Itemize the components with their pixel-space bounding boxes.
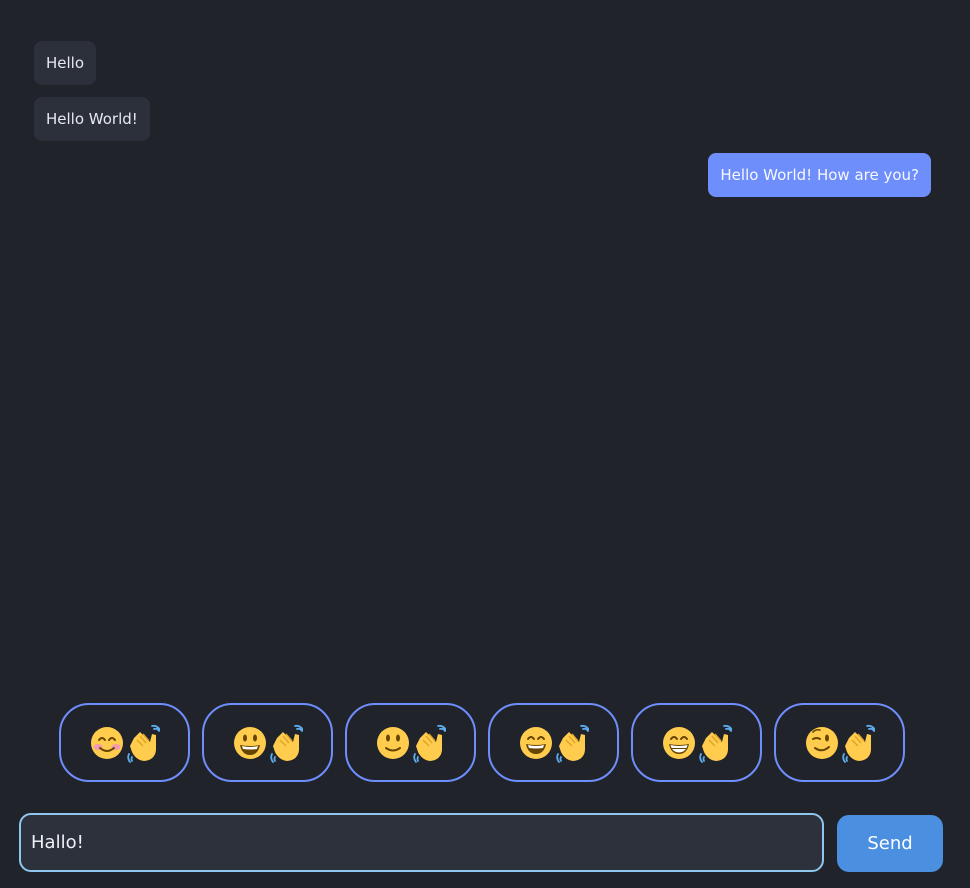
grinning-face-smiling-eyes-waving-hand-icon: [519, 724, 589, 763]
reaction-button-smile-wave[interactable]: [345, 703, 476, 782]
smiling-face-with-blush-waving-hand-icon: [90, 724, 160, 763]
message-composer: Send: [19, 813, 944, 872]
quick-reactions-bar: [59, 703, 905, 782]
message-input[interactable]: [19, 813, 824, 872]
slightly-smiling-face-waving-hand-icon: [376, 724, 446, 763]
reaction-button-grin-wave[interactable]: [202, 703, 333, 782]
reaction-button-smiling-eyes-wave[interactable]: [488, 703, 619, 782]
send-button[interactable]: Send: [837, 815, 943, 872]
beaming-face-waving-hand-icon: [662, 724, 732, 763]
reaction-button-beaming-wave[interactable]: [631, 703, 762, 782]
reaction-button-wink-wave[interactable]: [774, 703, 905, 782]
received-message: Hello: [34, 41, 97, 85]
winking-face-waving-hand-icon: [805, 724, 875, 763]
received-message: Hello World!: [34, 97, 150, 141]
grinning-face-waving-hand-icon: [233, 724, 303, 763]
chat-message-list: Hello Hello World! Hello World! How are …: [0, 0, 970, 690]
sent-message: Hello World! How are you?: [708, 153, 931, 197]
reaction-button-blush-wave[interactable]: [59, 703, 190, 782]
